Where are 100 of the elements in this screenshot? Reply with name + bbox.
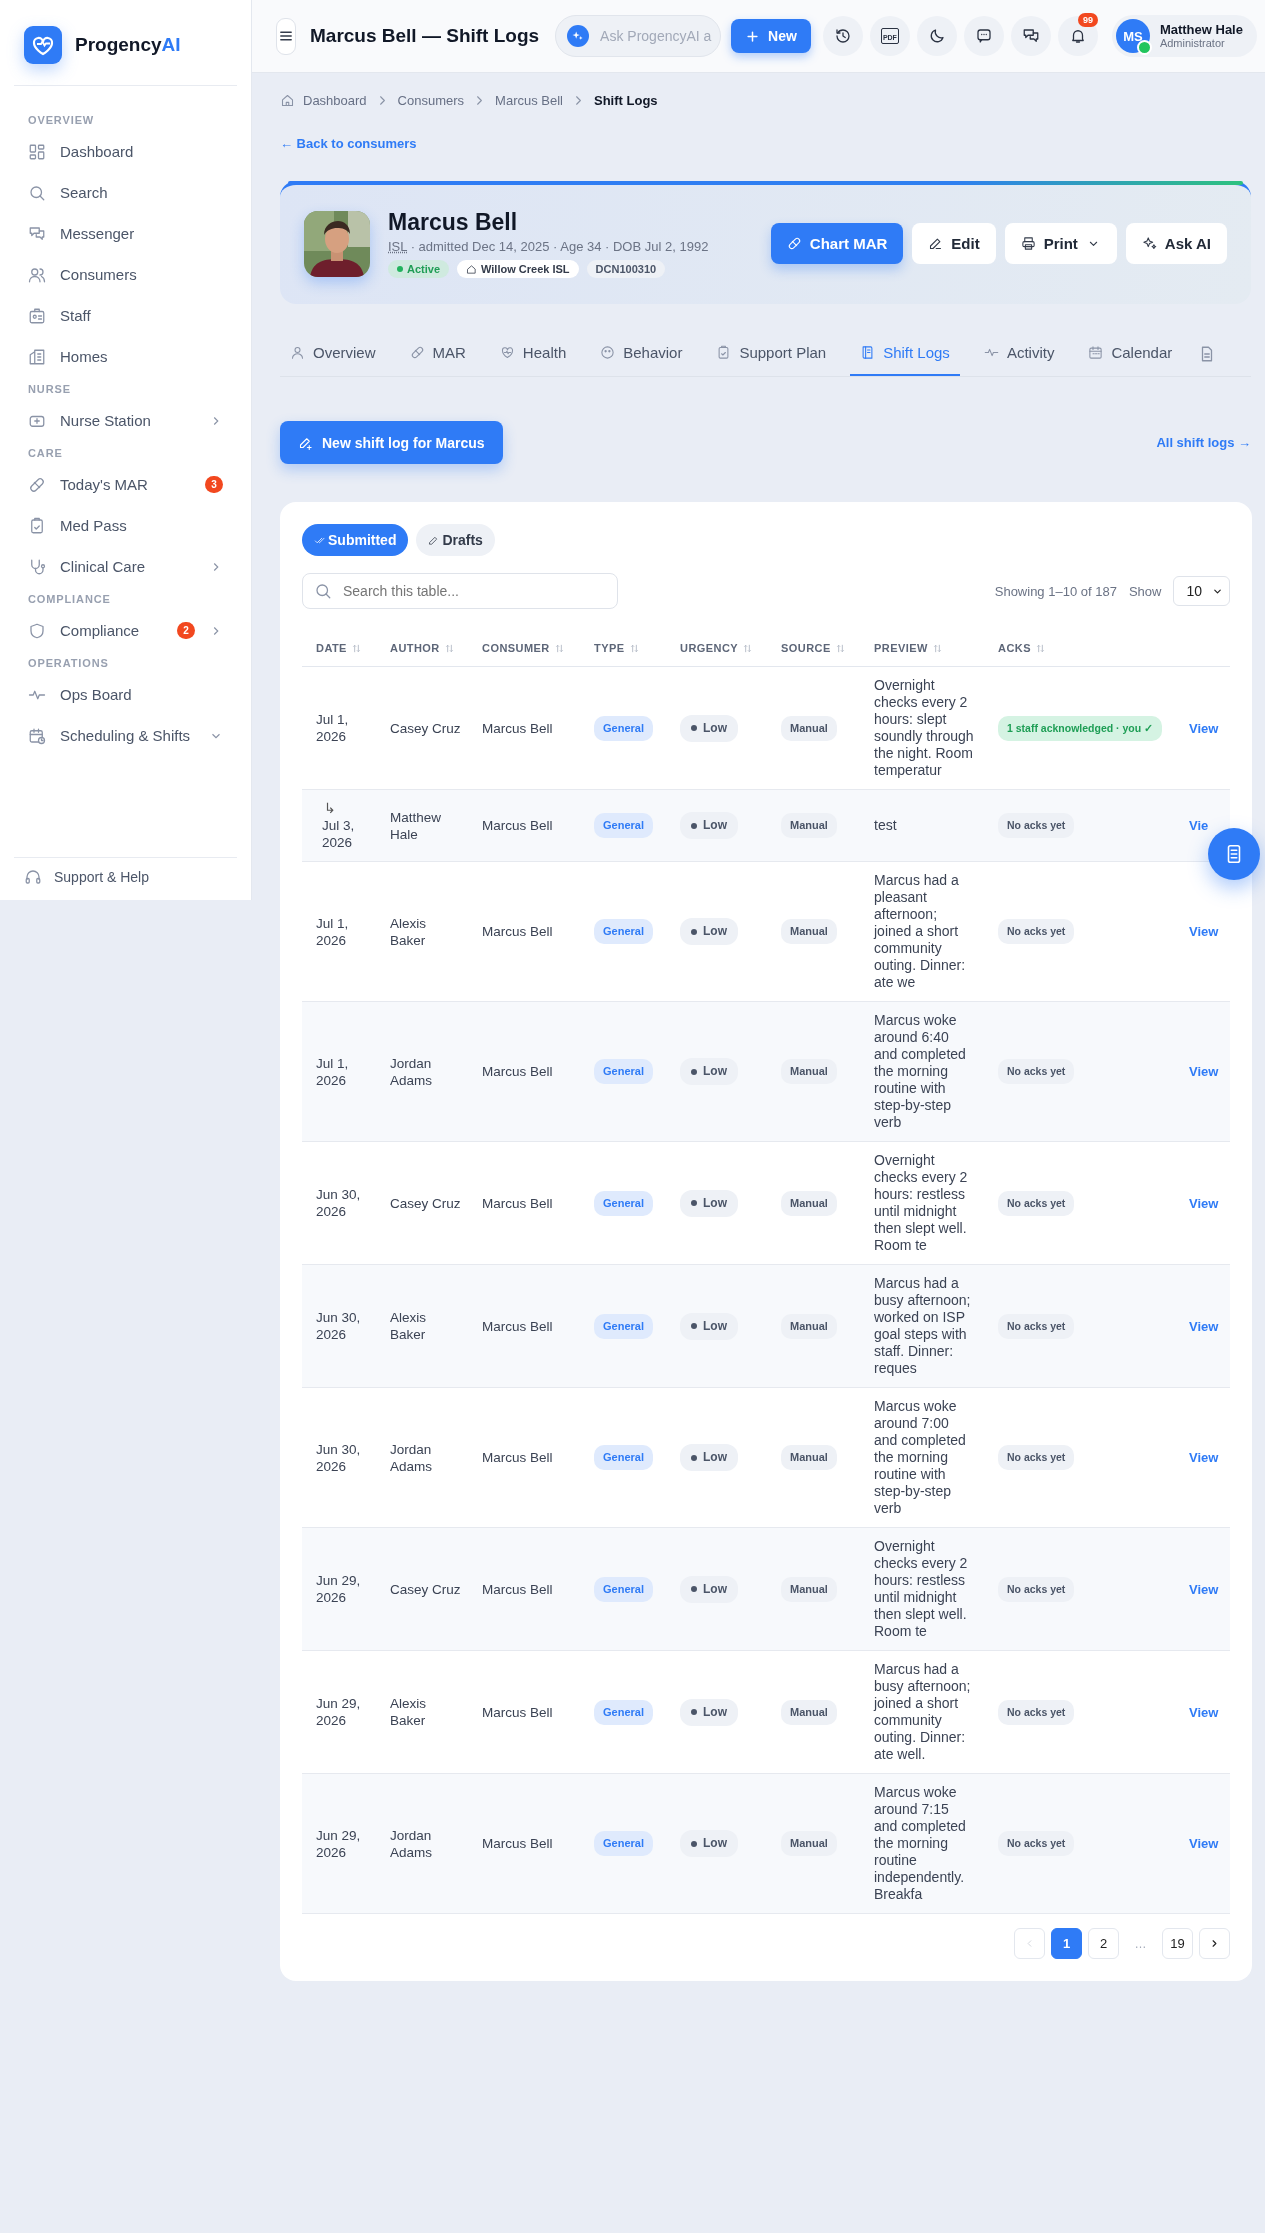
- nav-item[interactable]: Clinical Care: [14, 546, 237, 587]
- new-button[interactable]: New: [731, 19, 811, 53]
- filter-tab[interactable]: Submitted: [302, 524, 409, 556]
- author-cell: Casey Cruz: [376, 1527, 468, 1651]
- all-shift-logs-link[interactable]: All shift logs →: [1156, 435, 1251, 450]
- action-button[interactable]: Print: [1004, 223, 1117, 264]
- author-cell: Casey Cruz: [376, 1141, 468, 1265]
- page-title: Marcus Bell — Shift Logs: [310, 25, 540, 47]
- nav-icon: [28, 183, 46, 202]
- filter-tab[interactable]: Drafts: [416, 524, 495, 556]
- back-link[interactable]: ← Back to consumers: [280, 136, 417, 151]
- view-link[interactable]: View: [1189, 1704, 1219, 1720]
- tab-icon: [409, 345, 425, 360]
- breadcrumb-link[interactable]: Marcus Bell: [495, 93, 563, 108]
- column-header[interactable]: DATE: [302, 628, 376, 667]
- tab[interactable]: Calendar: [1078, 332, 1183, 376]
- column-header[interactable]: ACKS: [984, 628, 1175, 667]
- sort-icon: [931, 642, 943, 654]
- tab[interactable]: Shift Logs: [850, 332, 960, 376]
- chat-button[interactable]: [963, 16, 1004, 56]
- nav-item[interactable]: Nurse Station: [14, 400, 237, 441]
- tab[interactable]: Support Plan: [706, 332, 837, 376]
- consumer-name: Marcus Bell: [388, 209, 519, 236]
- action-button[interactable]: Chart MAR: [770, 223, 904, 264]
- tab[interactable]: Behavior: [590, 332, 693, 376]
- type-tag: General: [594, 1190, 653, 1216]
- breadcrumb-link[interactable]: Dashboard: [303, 93, 367, 108]
- nav-item[interactable]: Dashboard: [14, 131, 237, 172]
- tab[interactable]: Health: [489, 332, 577, 376]
- action-icon: [1141, 236, 1157, 251]
- view-link[interactable]: View: [1189, 1450, 1219, 1465]
- nav-item[interactable]: Scheduling & Shifts: [14, 715, 237, 756]
- dot-icon: [691, 822, 697, 829]
- reply-arrow-icon: ↳: [324, 800, 336, 817]
- nav-item[interactable]: Compliance 2: [14, 610, 237, 651]
- sort-icon: [628, 642, 640, 654]
- page-button[interactable]: 19: [1162, 1928, 1193, 1959]
- view-link[interactable]: View: [1189, 1195, 1219, 1211]
- view-link[interactable]: View: [1189, 1836, 1219, 1851]
- history-button[interactable]: [822, 16, 863, 56]
- column-header[interactable]: TYPE: [580, 628, 666, 667]
- action-button[interactable]: Ask AI: [1125, 223, 1227, 264]
- nav-item[interactable]: Ops Board: [14, 674, 237, 715]
- preview-cell: Marcus had a pleasant afternoon; joined a short community outing. Dinner: ate we: [860, 861, 984, 1002]
- view-link[interactable]: View: [1189, 924, 1219, 939]
- messages-button[interactable]: [1010, 16, 1051, 56]
- nav-icon: [28, 621, 46, 640]
- ask-field[interactable]: Ask ProgencyAI a: [555, 15, 722, 57]
- tab[interactable]: Overview: [280, 332, 386, 376]
- view-link[interactable]: View: [1189, 720, 1219, 736]
- column-header[interactable]: AUTHOR: [376, 628, 468, 667]
- view-link[interactable]: View: [1189, 1318, 1219, 1334]
- type-tag: General: [594, 1313, 653, 1339]
- section-title: NURSE: [27, 382, 72, 397]
- acks-tag: No acks yet: [998, 1576, 1075, 1602]
- urgency-tag: Low: [680, 714, 738, 742]
- new-shift-log-button[interactable]: New shift log for Marcus: [280, 421, 503, 464]
- column-header[interactable]: PREVIEW: [860, 628, 984, 667]
- menu-button[interactable]: [276, 17, 296, 55]
- notifications-button[interactable]: 99: [1057, 16, 1098, 56]
- nav-item[interactable]: Today's MAR 3: [14, 464, 237, 505]
- column-header[interactable]: SOURCE: [767, 628, 860, 667]
- nav-item[interactable]: Search: [14, 172, 237, 213]
- nav-item[interactable]: Messenger: [14, 213, 237, 254]
- user-menu[interactable]: MS Matthew Hale Administrator: [1111, 15, 1257, 57]
- dot-icon: [691, 1068, 697, 1075]
- heart-logo-icon: [24, 26, 62, 64]
- view-link[interactable]: Vie: [1189, 818, 1209, 833]
- date-text: Jul 1, 2026: [316, 1054, 350, 1089]
- date-text: Jun 29, 2026: [316, 1695, 362, 1729]
- theme-button[interactable]: [916, 16, 957, 56]
- page-size-select[interactable]: 10: [1173, 576, 1230, 606]
- column-header[interactable]: CONSUMER: [468, 628, 580, 667]
- preview-cell: Marcus woke around 7:15 and completed the morning routine independently. Breakfa: [860, 1773, 984, 1914]
- breadcrumb-link[interactable]: Consumers: [397, 93, 465, 108]
- nav-icon: [28, 347, 46, 366]
- pencil-icon: [428, 534, 440, 546]
- nav-item[interactable]: Med Pass: [14, 505, 237, 546]
- date-text: Jun 29, 2026: [316, 1572, 362, 1606]
- tab[interactable]: MAR: [399, 332, 476, 376]
- page-button[interactable]: 2: [1088, 1928, 1119, 1959]
- consumer-details: ISL · admitted Dec 14, 2025 · Age 34 · DOB Jul 2, 1992: [388, 239, 710, 254]
- date-text: Jun 30, 2026: [316, 1440, 362, 1475]
- date-text: Jun 29, 2026: [316, 1826, 362, 1861]
- sort-icon: [350, 642, 362, 654]
- acks-tag: No acks yet: [998, 1831, 1075, 1856]
- view-link[interactable]: View: [1189, 1581, 1219, 1597]
- type-tag: General: [594, 715, 653, 741]
- support-link[interactable]: Support & Help: [14, 857, 237, 900]
- search-field[interactable]: Search this table...: [302, 573, 618, 609]
- view-link[interactable]: View: [1189, 1064, 1219, 1079]
- consumer-cell: Marcus Bell: [468, 1001, 580, 1142]
- nav-item[interactable]: Staff: [14, 295, 237, 336]
- nav-item[interactable]: Homes: [14, 336, 237, 377]
- tab[interactable]: Activity: [973, 332, 1065, 376]
- page-button[interactable]: 1: [1051, 1928, 1082, 1959]
- section-title: CARE: [27, 446, 64, 461]
- action-button[interactable]: Edit: [912, 223, 996, 264]
- nav-item[interactable]: Consumers: [14, 254, 237, 295]
- column-header[interactable]: URGENCY: [666, 628, 767, 667]
